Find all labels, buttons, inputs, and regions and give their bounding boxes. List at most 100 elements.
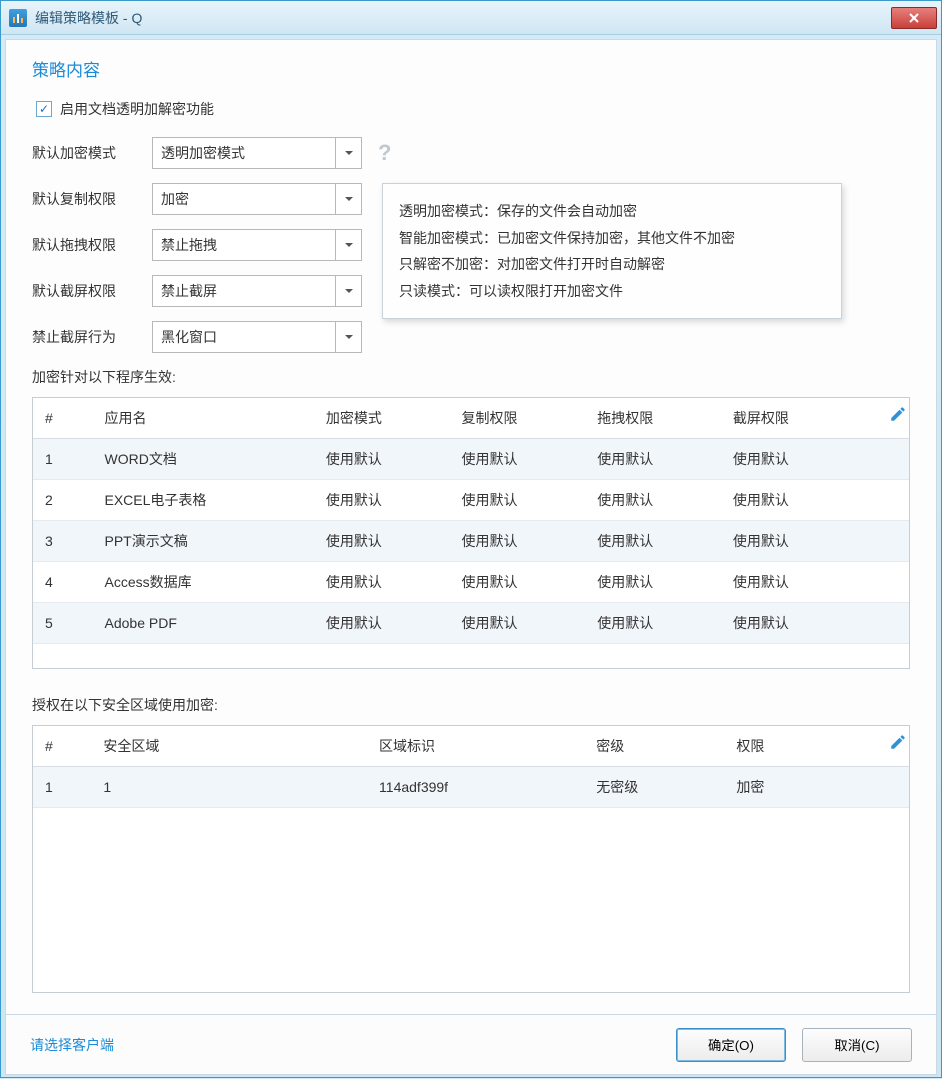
col-header-idx[interactable]: # xyxy=(33,398,93,439)
pencil-icon xyxy=(889,733,907,751)
zones-table: # 安全区域 区域标识 密级 权限 11114adf399f无密级加密 xyxy=(33,726,909,808)
label-drag-perm: 默认拖拽权限 xyxy=(32,235,152,255)
col-header-drag[interactable]: 拖拽权限 xyxy=(585,398,721,439)
titlebar: 编辑策略模板 - Q xyxy=(1,1,941,35)
label-copy-perm: 默认复制权限 xyxy=(32,189,152,209)
table-row[interactable]: 2EXCEL电子表格使用默认使用默认使用默认使用默认 xyxy=(33,480,909,521)
table-row[interactable]: 3PPT演示文稿使用默认使用默认使用默认使用默认 xyxy=(33,521,909,562)
table-cell: PPT演示文稿 xyxy=(93,521,314,562)
programs-edit-button[interactable] xyxy=(884,405,912,426)
table-cell: 使用默认 xyxy=(314,439,450,480)
table-cell: 使用默认 xyxy=(450,521,586,562)
table-cell: 114adf399f xyxy=(367,767,584,808)
select-client-link[interactable]: 请选择客户端 xyxy=(30,1035,114,1055)
table-cell: 使用默认 xyxy=(314,521,450,562)
select-screenshot-action[interactable]: 黑化窗口 xyxy=(152,321,362,353)
encrypt-mode-tooltip: 透明加密模式：保存的文件会自动加密 智能加密模式：已加密文件保持加密，其他文件不… xyxy=(382,183,842,319)
label-screenshot-perm: 默认截屏权限 xyxy=(32,281,152,301)
col-header-mode[interactable]: 加密模式 xyxy=(314,398,450,439)
col-header-shot[interactable]: 截屏权限 xyxy=(721,398,909,439)
enable-encryption-checkbox[interactable]: ✓ xyxy=(36,101,52,117)
zones-table-wrap: # 安全区域 区域标识 密级 权限 11114adf399f无密级加密 xyxy=(32,725,910,993)
window-title: 编辑策略模板 - Q xyxy=(35,8,891,28)
programs-label: 加密针对以下程序生效: xyxy=(32,367,910,387)
table-cell: 使用默认 xyxy=(314,603,450,644)
ok-button[interactable]: 确定(O) xyxy=(676,1028,786,1062)
content-wrap: 策略内容 ✓ 启用文档透明加解密功能 默认加密模式 透明加密模式 ? 默认复制权… xyxy=(1,35,941,1079)
table-cell: WORD文档 xyxy=(93,439,314,480)
select-drag-perm[interactable]: 禁止拖拽 xyxy=(152,229,362,261)
table-cell: 使用默认 xyxy=(450,603,586,644)
tooltip-line: 只解密不加密：对加密文件打开时自动解密 xyxy=(399,251,825,278)
zones-label: 授权在以下安全区域使用加密: xyxy=(32,695,910,715)
dialog-window: 编辑策略模板 - Q 策略内容 ✓ 启用文档透明加解密功能 默认加密模式 透明加… xyxy=(0,0,942,1078)
table-cell: Access数据库 xyxy=(93,562,314,603)
form-rows: 默认加密模式 透明加密模式 ? 默认复制权限 加密 默认拖拽权限 xyxy=(32,137,910,353)
help-icon[interactable]: ? xyxy=(378,140,391,166)
table-cell: 3 xyxy=(33,521,93,562)
table-row[interactable]: 11114adf399f无密级加密 xyxy=(33,767,909,808)
close-button[interactable] xyxy=(891,7,937,29)
close-icon xyxy=(908,12,920,24)
scroll-area[interactable]: 策略内容 ✓ 启用文档透明加解密功能 默认加密模式 透明加密模式 ? 默认复制权… xyxy=(5,39,937,1015)
chevron-down-icon xyxy=(335,184,361,214)
col-header-level[interactable]: 密级 xyxy=(584,726,724,767)
col-header-zone[interactable]: 安全区域 xyxy=(91,726,367,767)
select-copy-perm[interactable]: 加密 xyxy=(152,183,362,215)
table-cell: 使用默认 xyxy=(721,480,909,521)
table-cell: 使用默认 xyxy=(314,480,450,521)
table-cell: 1 xyxy=(91,767,367,808)
select-screenshot-perm[interactable]: 禁止截屏 xyxy=(152,275,362,307)
programs-table-header: # 应用名 加密模式 复制权限 拖拽权限 截屏权限 xyxy=(33,398,909,439)
select-encrypt-mode-value: 透明加密模式 xyxy=(153,143,335,163)
col-header-copy[interactable]: 复制权限 xyxy=(450,398,586,439)
app-icon xyxy=(9,9,27,27)
cancel-button-label: 取消(C) xyxy=(834,1035,879,1054)
ok-button-label: 确定(O) xyxy=(708,1035,754,1054)
row-encrypt-mode: 默认加密模式 透明加密模式 ? xyxy=(32,137,910,169)
zones-edit-button[interactable] xyxy=(884,733,912,754)
table-cell: 使用默认 xyxy=(585,562,721,603)
chevron-down-icon xyxy=(335,276,361,306)
dialog-footer: 请选择客户端 确定(O) 取消(C) xyxy=(5,1015,937,1075)
col-header-perm[interactable]: 权限 xyxy=(724,726,909,767)
table-cell: 5 xyxy=(33,603,93,644)
table-cell: 1 xyxy=(33,767,91,808)
cancel-button[interactable]: 取消(C) xyxy=(802,1028,912,1062)
select-drag-perm-value: 禁止拖拽 xyxy=(153,235,335,255)
select-encrypt-mode[interactable]: 透明加密模式 xyxy=(152,137,362,169)
table-cell: 加密 xyxy=(724,767,909,808)
col-header-idx[interactable]: # xyxy=(33,726,91,767)
table-cell: 使用默认 xyxy=(314,562,450,603)
table-cell: 使用默认 xyxy=(721,603,909,644)
tooltip-line: 智能加密模式：已加密文件保持加密，其他文件不加密 xyxy=(399,225,825,252)
programs-table-wrap: # 应用名 加密模式 复制权限 拖拽权限 截屏权限 1WORD文档使用默认使用默… xyxy=(32,397,910,669)
enable-encryption-row: ✓ 启用文档透明加解密功能 xyxy=(32,99,910,119)
table-row[interactable]: 1WORD文档使用默认使用默认使用默认使用默认 xyxy=(33,439,909,480)
table-cell: Adobe PDF xyxy=(93,603,314,644)
table-row[interactable]: 4Access数据库使用默认使用默认使用默认使用默认 xyxy=(33,562,909,603)
tooltip-line: 只读模式：可以读权限打开加密文件 xyxy=(399,278,825,305)
label-encrypt-mode: 默认加密模式 xyxy=(32,143,152,163)
table-cell: EXCEL电子表格 xyxy=(93,480,314,521)
chevron-down-icon xyxy=(335,322,361,352)
table-cell: 使用默认 xyxy=(450,480,586,521)
select-screenshot-perm-value: 禁止截屏 xyxy=(153,281,335,301)
col-header-app[interactable]: 应用名 xyxy=(93,398,314,439)
chevron-down-icon xyxy=(335,230,361,260)
programs-table-body-scroll[interactable]: 1WORD文档使用默认使用默认使用默认使用默认2EXCEL电子表格使用默认使用默… xyxy=(33,439,909,669)
table-cell: 使用默认 xyxy=(585,439,721,480)
table-row[interactable]: 5Adobe PDF使用默认使用默认使用默认使用默认 xyxy=(33,603,909,644)
table-cell: 使用默认 xyxy=(585,521,721,562)
enable-encryption-label: 启用文档透明加解密功能 xyxy=(60,99,214,119)
table-cell: 使用默认 xyxy=(450,439,586,480)
row-screenshot-action: 禁止截屏行为 黑化窗口 xyxy=(32,321,910,353)
tooltip-line: 透明加密模式：保存的文件会自动加密 xyxy=(399,198,825,225)
col-header-id[interactable]: 区域标识 xyxy=(367,726,584,767)
select-copy-perm-value: 加密 xyxy=(153,189,335,209)
table-cell: 使用默认 xyxy=(721,521,909,562)
pencil-icon xyxy=(889,405,907,423)
table-cell: 使用默认 xyxy=(721,562,909,603)
table-cell: 使用默认 xyxy=(721,439,909,480)
programs-table-body: 1WORD文档使用默认使用默认使用默认使用默认2EXCEL电子表格使用默认使用默… xyxy=(33,439,909,644)
